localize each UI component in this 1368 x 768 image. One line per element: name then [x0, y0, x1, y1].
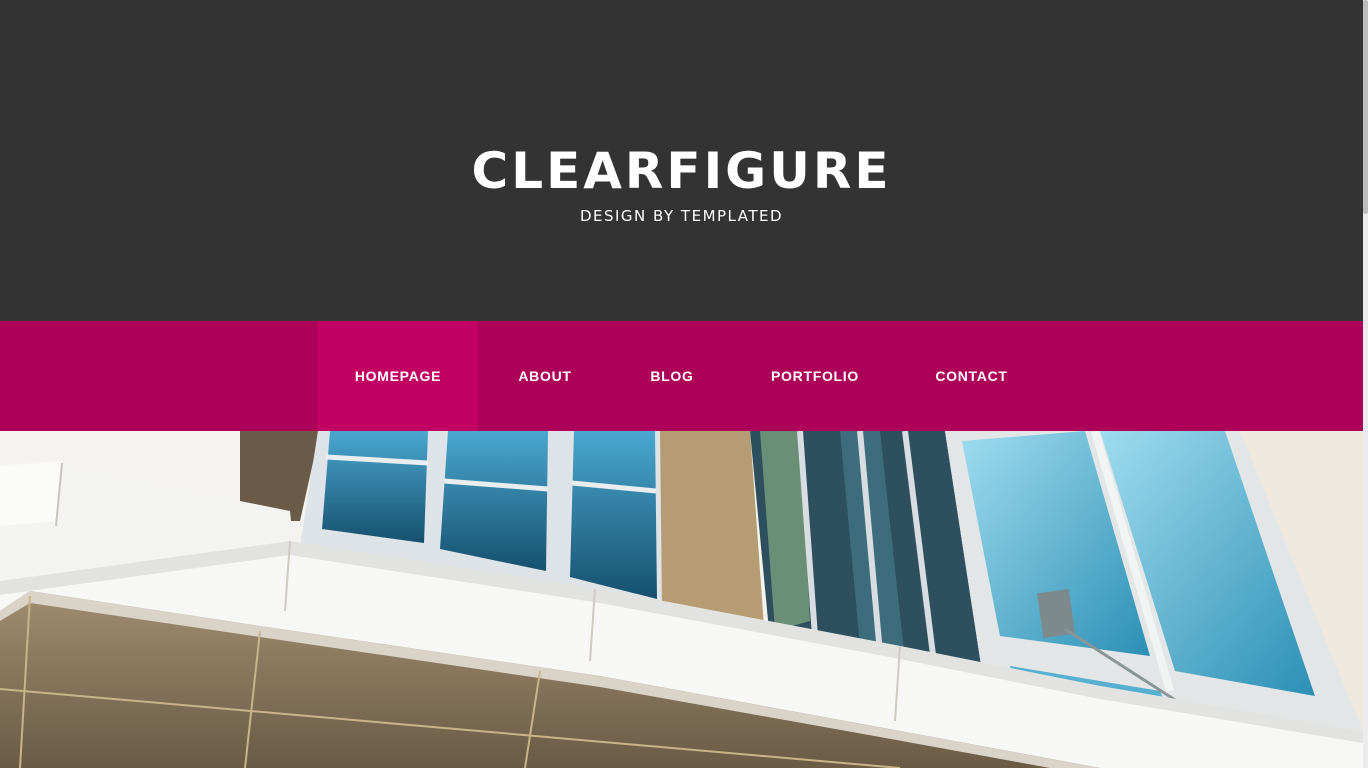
menu-item-about[interactable]: ABOUT: [480, 321, 610, 431]
building-photo: [0, 431, 1363, 768]
menu-item-homepage[interactable]: HOMEPAGE: [318, 321, 478, 431]
site-header: CLEARFIGURE DESIGN BY TEMPLATED: [0, 0, 1363, 321]
page-scrollbar[interactable]: [1363, 0, 1368, 768]
menu-item-blog[interactable]: BLOG: [612, 321, 732, 431]
scrollbar-thumb[interactable]: [1363, 0, 1368, 214]
hero-banner-image: [0, 431, 1363, 768]
site-title[interactable]: CLEARFIGURE: [0, 140, 1363, 202]
main-menu: HOMEPAGE ABOUT BLOG PORTFOLIO CONTACT: [0, 321, 1363, 431]
menu-item-portfolio[interactable]: PORTFOLIO: [740, 321, 890, 431]
menu-item-contact[interactable]: CONTACT: [900, 321, 1043, 431]
site-tagline: DESIGN BY TEMPLATED: [579, 207, 784, 225]
